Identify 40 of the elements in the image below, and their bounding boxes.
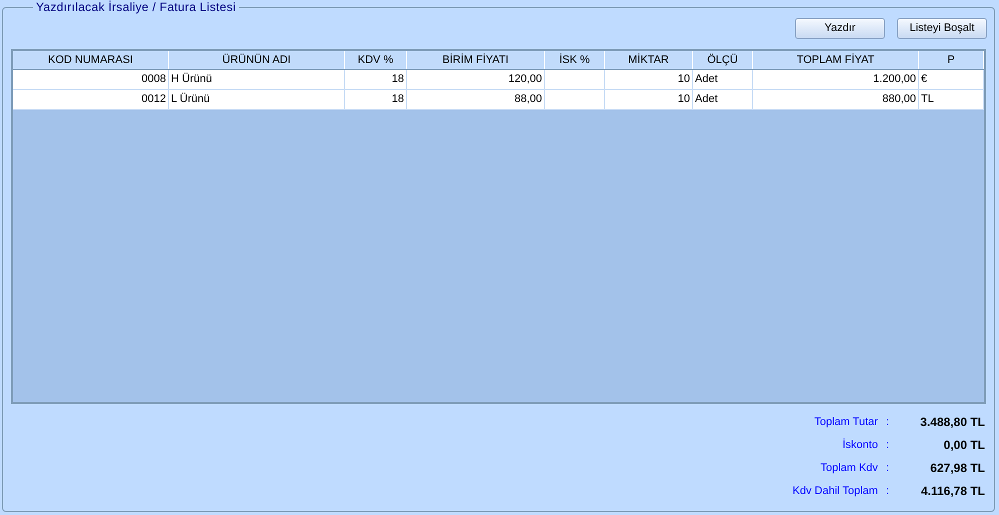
total-label: İskonto bbox=[841, 438, 878, 453]
table-cell: 1.200,00 bbox=[873, 73, 916, 85]
table-cell: 880,00 bbox=[882, 93, 916, 105]
table-cell: 120,00 bbox=[508, 73, 542, 85]
table-cell: 10 bbox=[678, 73, 690, 85]
table-cell: Adet bbox=[695, 93, 718, 105]
table-cell: 10 bbox=[678, 93, 690, 105]
table-cell: H Ürünü bbox=[171, 73, 212, 85]
total-label: Kdv Dahil Toplam bbox=[792, 484, 878, 499]
column-header[interactable]: BİRİM FİYATI bbox=[407, 51, 545, 69]
total-value: 627,98 TL bbox=[929, 460, 985, 477]
total-value: 0,00 TL bbox=[942, 437, 985, 454]
column-header[interactable]: MİKTAR bbox=[605, 51, 693, 69]
group-title: Yazdırılacak İrsaliye / Fatura Listesi bbox=[33, 0, 239, 14]
column-header[interactable]: P bbox=[919, 51, 984, 69]
colon: : bbox=[886, 438, 889, 453]
column-header[interactable]: ÖLÇÜ bbox=[693, 51, 753, 69]
total-label: Toplam Tutar bbox=[813, 414, 878, 430]
table-cell: 88,00 bbox=[514, 93, 542, 105]
table-cell: Adet bbox=[695, 73, 718, 85]
table-cell: 0008 bbox=[142, 73, 166, 85]
colon: : bbox=[886, 484, 889, 499]
colon: : bbox=[886, 460, 889, 476]
table-cell: € bbox=[921, 73, 928, 85]
table-cell: 18 bbox=[392, 73, 404, 85]
table-cell: TL bbox=[921, 93, 934, 105]
column-header[interactable]: KOD NUMARASI bbox=[13, 51, 169, 69]
table-cell: L Ürünü bbox=[171, 93, 210, 105]
column-header[interactable]: ÜRÜNÜN ADI bbox=[169, 51, 345, 69]
total-value: 4.116,78 TL bbox=[920, 483, 985, 500]
total-label: Toplam Kdv bbox=[819, 460, 878, 476]
total-value: 3.488,80 TL bbox=[919, 414, 985, 431]
table-cell: 0012 bbox=[142, 93, 166, 105]
clear-list-button[interactable]: Listeyi Boşalt bbox=[897, 18, 987, 39]
column-header[interactable]: KDV % bbox=[345, 51, 407, 69]
table-cell: 18 bbox=[392, 93, 404, 105]
column-header[interactable]: TOPLAM FİYAT bbox=[753, 51, 919, 69]
colon: : bbox=[886, 414, 889, 430]
column-header[interactable]: İSK % bbox=[545, 51, 605, 69]
print-button[interactable]: Yazdır bbox=[795, 18, 885, 39]
